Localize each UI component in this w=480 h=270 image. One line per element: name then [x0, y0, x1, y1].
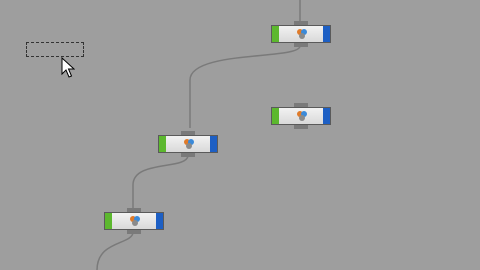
node-body[interactable] — [104, 212, 164, 230]
network-node-4[interactable] — [104, 208, 164, 234]
node-output-port[interactable] — [127, 230, 141, 234]
node-type-icon — [184, 139, 194, 149]
network-node-1[interactable] — [271, 21, 331, 47]
display-flag[interactable] — [272, 108, 279, 124]
node-body[interactable] — [158, 135, 218, 153]
connection-wires — [96, 0, 301, 270]
network-node-2[interactable] — [271, 103, 331, 129]
node-body[interactable] — [271, 25, 331, 43]
marquee-selection — [26, 42, 84, 57]
arrow-cursor-icon — [61, 57, 75, 78]
node-output-port[interactable] — [294, 125, 308, 129]
node-output-port[interactable] — [181, 153, 195, 157]
render-flag[interactable] — [210, 136, 217, 152]
node-body[interactable] — [271, 107, 331, 125]
network-editor-canvas[interactable] — [0, 0, 480, 270]
render-flag[interactable] — [323, 108, 330, 124]
render-flag[interactable] — [156, 213, 163, 229]
wire-node-3-to-node-4[interactable] — [132, 155, 189, 208]
display-flag[interactable] — [272, 26, 279, 42]
node-output-port[interactable] — [294, 43, 308, 47]
network-node-3[interactable] — [158, 131, 218, 157]
display-flag[interactable] — [159, 136, 166, 152]
wire-node-4-output — [96, 231, 134, 270]
render-flag[interactable] — [323, 26, 330, 42]
node-type-icon — [297, 29, 307, 39]
display-flag[interactable] — [105, 213, 112, 229]
node-type-icon — [297, 111, 307, 121]
node-type-icon — [130, 216, 140, 226]
